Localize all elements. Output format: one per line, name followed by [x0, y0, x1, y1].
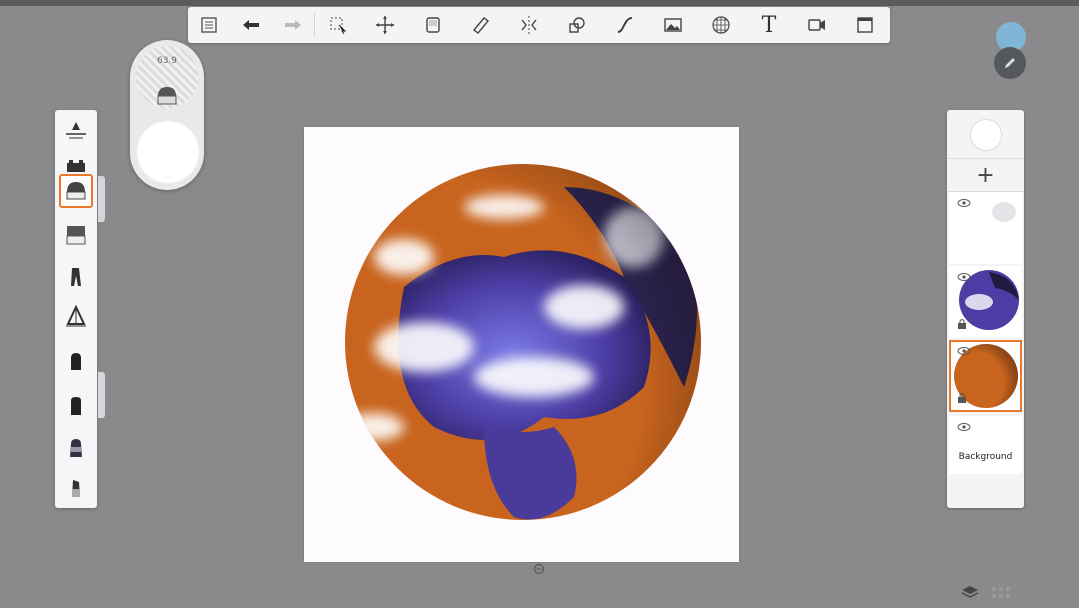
brush-6[interactable]: [59, 300, 93, 334]
brush-1[interactable]: [59, 112, 93, 146]
perspective-icon: [712, 16, 730, 34]
eye-icon[interactable]: [957, 272, 971, 282]
brush-airbrush-icon: [66, 182, 86, 200]
brush-10[interactable]: [59, 472, 93, 506]
canvas-resize-handle[interactable]: [533, 563, 545, 575]
selection-button[interactable]: [315, 7, 361, 43]
curve-button[interactable]: [601, 7, 649, 43]
lock-icon[interactable]: [957, 392, 967, 404]
pencil-icon: [1005, 58, 1015, 68]
image-import-button[interactable]: [649, 7, 697, 43]
brush-calligraphy-icon: [66, 304, 86, 327]
text-button[interactable]: T: [745, 7, 793, 43]
gallery-icon: [201, 17, 217, 33]
text-icon: T: [761, 12, 777, 38]
symmetry-icon: [521, 16, 537, 34]
brush-paint-icon: [71, 353, 81, 370]
color-swatch[interactable]: [971, 120, 1001, 150]
image-import-icon: [664, 18, 682, 32]
brush-smudge-icon: [72, 480, 80, 497]
opacity-control[interactable]: [136, 120, 200, 184]
fill-button[interactable]: [409, 7, 457, 43]
status-strip: [0, 0, 1079, 6]
layer-earth-night[interactable]: [949, 266, 1022, 338]
brush-palette: [55, 110, 97, 508]
brush-eraser-icon: [66, 226, 86, 245]
time-lapse-icon: [808, 19, 825, 31]
brush-7[interactable]: [59, 346, 93, 380]
redo-button[interactable]: [272, 7, 314, 43]
fullscreen-button[interactable]: [841, 7, 889, 43]
brush-panel-handle[interactable]: [98, 176, 105, 222]
layer-clouds[interactable]: [949, 192, 1022, 264]
current-brush-icon: [157, 87, 177, 105]
brush-5[interactable]: [59, 260, 93, 294]
brush-9[interactable]: [59, 432, 93, 466]
transform-button[interactable]: [361, 7, 409, 43]
curve-icon: [617, 17, 633, 33]
layers-stack-icon[interactable]: [961, 584, 979, 600]
redo-icon: [285, 20, 301, 30]
earth-artwork: [345, 164, 701, 520]
plus-icon: +: [976, 162, 995, 188]
layer-fill-icon: [426, 17, 440, 33]
ruler-button[interactable]: [457, 7, 505, 43]
transform-icon: [376, 16, 394, 34]
main-toolbar: T: [188, 7, 890, 43]
gallery-button[interactable]: [188, 7, 230, 43]
brush-pencil-icon: [66, 122, 86, 139]
add-layer-button[interactable]: +: [947, 158, 1024, 192]
selection-icon: [330, 17, 347, 35]
brush-inkpen-icon: [71, 268, 81, 286]
drawing-canvas[interactable]: [304, 127, 739, 562]
layers-panel: + Background: [947, 110, 1024, 598]
eye-icon[interactable]: [957, 346, 971, 356]
brush-size-control[interactable]: 63.9: [136, 46, 198, 108]
grid-icon[interactable]: [991, 586, 1011, 600]
brush-size-puck[interactable]: 63.9: [130, 40, 204, 190]
layer-orange-base[interactable]: [949, 340, 1022, 412]
symmetry-button[interactable]: [505, 7, 553, 43]
perspective-button[interactable]: [697, 7, 745, 43]
ruler-icon: [472, 17, 490, 34]
draw-mode-button[interactable]: [994, 47, 1026, 79]
layer-name: Background: [958, 452, 1013, 462]
undo-button[interactable]: [230, 7, 272, 43]
shapes-icon: [569, 17, 585, 33]
undo-icon: [243, 20, 259, 30]
layer-background[interactable]: Background: [949, 416, 1022, 474]
brush-watercolor-icon: [70, 439, 82, 457]
brush-3[interactable]: [59, 174, 93, 208]
eye-icon[interactable]: [957, 198, 971, 208]
brush-oil-icon: [71, 397, 81, 415]
time-lapse-button[interactable]: [793, 7, 841, 43]
brush-size-value: 63.9: [156, 56, 178, 66]
brush-8[interactable]: [59, 390, 93, 424]
brush-panel-handle-2[interactable]: [98, 372, 105, 418]
lock-icon[interactable]: [957, 318, 967, 330]
brush-4[interactable]: [59, 218, 93, 252]
layers-footer: [947, 576, 1024, 608]
fullscreen-icon: [857, 17, 873, 33]
eye-icon[interactable]: [957, 422, 971, 432]
shapes-button[interactable]: [553, 7, 601, 43]
